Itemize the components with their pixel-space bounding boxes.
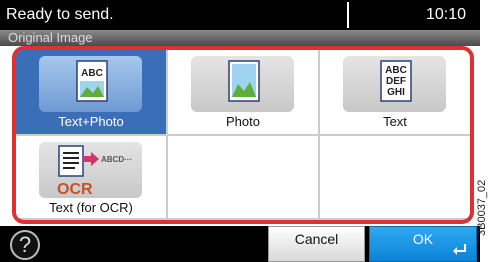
- option-label: Text+Photo: [58, 114, 124, 129]
- option-text[interactable]: ABC DEF GHI Text: [320, 50, 470, 134]
- photo-icon: [228, 60, 260, 102]
- ocr-badge: OCR: [57, 181, 93, 198]
- ok-label: OK: [412, 231, 434, 247]
- status-divider: [347, 2, 349, 28]
- ok-button[interactable]: OK: [369, 226, 477, 262]
- option-grid: ABC Text+Photo Photo ABC DEF GHI Text AB…: [16, 50, 470, 220]
- icon-text: ABCD···: [101, 155, 132, 164]
- text-photo-icon: ABC: [76, 60, 108, 102]
- option-label: Text (for OCR): [49, 200, 133, 215]
- option-photo[interactable]: Photo: [168, 50, 318, 134]
- option-panel: ABC Text+Photo Photo ABC DEF GHI Text AB…: [12, 46, 474, 224]
- icon-text: ABC: [81, 68, 103, 79]
- status-bar: Ready to send. 10:10: [0, 0, 480, 30]
- icon-text: DEF: [386, 76, 406, 87]
- option-label: Text: [383, 114, 407, 129]
- option-text-ocr[interactable]: ABCD··· OCR Text (for OCR): [16, 136, 166, 218]
- document-code: 3B0037_02: [476, 179, 488, 236]
- cancel-button[interactable]: Cancel: [268, 226, 365, 262]
- enter-icon: [453, 244, 466, 255]
- screen-title: Original Image: [8, 30, 93, 45]
- text-icon: ABC DEF GHI: [380, 60, 412, 102]
- icon-text: ABC: [385, 65, 407, 76]
- option-label: Photo: [226, 114, 260, 129]
- empty-cell: [320, 136, 470, 218]
- ocr-icon: ABCD··· OCR: [57, 145, 132, 198]
- empty-cell: [168, 136, 318, 218]
- help-button[interactable]: ?: [10, 230, 40, 260]
- footer-bar: ? Cancel OK: [0, 226, 480, 262]
- status-message: Ready to send.: [6, 6, 114, 23]
- screen-title-bar: Original Image: [0, 30, 480, 46]
- option-text-photo[interactable]: ABC Text+Photo: [16, 50, 166, 134]
- icon-text: GHI: [387, 87, 405, 98]
- clock: 10:10: [425, 6, 466, 23]
